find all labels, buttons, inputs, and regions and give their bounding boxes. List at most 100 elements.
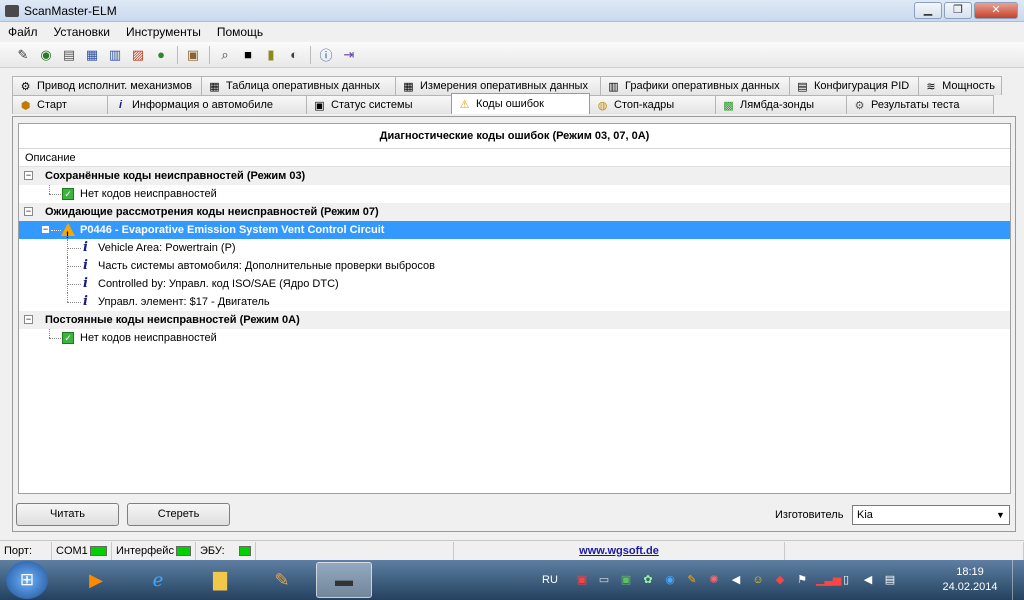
- collapse-icon[interactable]: −: [24, 171, 33, 180]
- paint-icon[interactable]: ✎: [254, 562, 310, 598]
- chart-icon: ▥: [608, 80, 619, 93]
- collapse-icon[interactable]: −: [24, 315, 33, 324]
- tab-actuators[interactable]: ⚙ Привод исполнит. механизмов: [12, 76, 202, 95]
- interface-status: Интерфейс: [112, 541, 196, 560]
- close-button[interactable]: ✕: [974, 2, 1018, 19]
- group-stored-dtc[interactable]: − Сохранённые коды неисправностей (Режим…: [19, 167, 1010, 185]
- dtc-detail-row[interactable]: i Vehicle Area: Powertrain (P): [19, 239, 1010, 257]
- list-item[interactable]: ✓ Нет кодов неисправностей: [19, 329, 1010, 347]
- tray-app-icon[interactable]: ▣: [574, 572, 590, 588]
- dtc-detail-row[interactable]: i Управл. элемент: $17 - Двигатель: [19, 293, 1010, 311]
- tab-test-results[interactable]: ⚙ Результаты теста: [846, 95, 994, 114]
- clipboard-icon[interactable]: ▣: [184, 46, 202, 64]
- start-icon: ⬢: [20, 99, 31, 112]
- signal-icon[interactable]: ▁▃▅: [816, 572, 841, 588]
- connect-icon[interactable]: ✎: [14, 46, 32, 64]
- tab-freeze-frames[interactable]: ◍ Стоп-кадры: [589, 95, 716, 114]
- tab-live-table[interactable]: ▦ Таблица оперативных данных: [201, 76, 396, 95]
- minimize-button[interactable]: ▁: [914, 2, 942, 19]
- group-permanent-dtc[interactable]: − Постоянные коды неисправностей (Режим …: [19, 311, 1010, 329]
- terminal-icon[interactable]: ■: [239, 46, 257, 64]
- actuator-icon: ⚙: [20, 80, 31, 93]
- maximize-button[interactable]: ❐: [944, 2, 972, 19]
- info-icon: i: [83, 276, 88, 291]
- flag-icon[interactable]: ⚑: [794, 572, 810, 588]
- language-indicator[interactable]: RU: [540, 572, 560, 588]
- start-button[interactable]: ⊞: [6, 561, 48, 599]
- port-label: Порт:: [0, 541, 52, 560]
- group-pending-dtc[interactable]: − Ожидающие рассмотрения коды неисправно…: [19, 203, 1010, 221]
- network-icon[interactable]: ▭: [596, 572, 612, 588]
- internet-explorer-icon[interactable]: ℯ: [130, 562, 186, 598]
- info-icon: i: [83, 240, 88, 255]
- volume-icon[interactable]: ◀: [860, 572, 876, 588]
- manufacturer-label: Изготовитель: [775, 509, 844, 521]
- taskbar: ⊞ ▶ ℯ ▇ ✎ ▬ RU ▣ ▭ ▣ ✿ ◉ ✎ ✺ ◀ ☺ ◆ ⚑ ▁▃▅…: [0, 560, 1024, 600]
- tray-app-icon[interactable]: ✺: [706, 572, 722, 588]
- user-icon[interactable]: ●: [152, 46, 170, 64]
- network-icon[interactable]: ▤: [882, 572, 898, 588]
- table-icon: ▦: [209, 80, 220, 93]
- dtc-row-p0446[interactable]: − ! P0446 - Evaporative Emission System …: [19, 221, 1010, 240]
- battery-icon[interactable]: ▮: [262, 46, 280, 64]
- read-button[interactable]: Читать: [16, 503, 119, 526]
- chevron-down-icon[interactable]: ▼: [992, 506, 1009, 524]
- search-icon[interactable]: ⌕: [216, 46, 234, 64]
- chart-icon[interactable]: ▥: [106, 46, 124, 64]
- tray-app-icon[interactable]: ▣: [618, 572, 634, 588]
- tray-app-icon[interactable]: ✎: [684, 572, 700, 588]
- dtc-detail-row[interactable]: i Часть системы автомобиля: Дополнительн…: [19, 257, 1010, 275]
- ecu-status: ЭБУ:: [196, 541, 256, 560]
- ok-icon: ✓: [62, 188, 74, 200]
- clock[interactable]: 18:19 24.02.2014: [935, 565, 1005, 595]
- gauge-icon[interactable]: ◐: [285, 46, 303, 64]
- ecu-led: [238, 545, 251, 556]
- list-item[interactable]: ✓ Нет кодов неисправностей: [19, 185, 1010, 203]
- info-icon[interactable]: ⓘ: [317, 46, 335, 64]
- tab-power[interactable]: ≋ Мощность: [918, 76, 1002, 95]
- menu-help[interactable]: Помощь: [209, 25, 271, 39]
- menu-bar: Файл Установки Инструменты Помощь: [0, 22, 1024, 42]
- tray-app-icon[interactable]: ◉: [662, 572, 678, 588]
- ok-icon: ✓: [62, 332, 74, 344]
- website-link[interactable]: www.wgsoft.de: [454, 545, 784, 557]
- tab-live-graphs[interactable]: ▥ Графики оперативных данных: [600, 76, 790, 95]
- toolbar: ✎ ◉ ▤ ▦ ▥ ▨ ● ▣ ⌕ ■ ▮ ◐ ⓘ ⇥: [0, 42, 1024, 68]
- grid-title: Диагностические коды ошибок (Режим 03, 0…: [19, 124, 1010, 149]
- menu-tools[interactable]: Инструменты: [118, 25, 209, 39]
- tray-app-icon[interactable]: ◆: [772, 572, 788, 588]
- clear-button[interactable]: Стереть: [127, 503, 230, 526]
- dtc-detail-row[interactable]: i Controlled by: Управл. код ISO/SAE (Яд…: [19, 275, 1010, 293]
- tab-pid-config[interactable]: ▤ Конфигурация PID: [789, 76, 919, 95]
- globe-icon[interactable]: ◉: [37, 46, 55, 64]
- tabs-row-2: ⬢ Старт i Информация о автомобиле ▣ Статус …: [12, 93, 994, 114]
- tab-system-status[interactable]: ▣ Статус системы: [306, 95, 452, 114]
- battery-icon[interactable]: ▯: [838, 572, 854, 588]
- status-bar: Порт: COM1 Интерфейс ЭБУ: www.wgsoft.de: [0, 540, 1024, 560]
- menu-settings[interactable]: Установки: [46, 25, 118, 39]
- tab-start[interactable]: ⬢ Старт: [12, 95, 108, 114]
- volume-icon[interactable]: ◀: [728, 572, 744, 588]
- exit-icon[interactable]: ⇥: [340, 46, 358, 64]
- media-player-icon[interactable]: ▶: [68, 562, 124, 598]
- manufacturer-select[interactable]: Kia ▼: [852, 505, 1010, 525]
- collapse-icon[interactable]: −: [24, 207, 33, 216]
- tray-app-icon[interactable]: ☺: [750, 572, 766, 588]
- clock-date: 24.02.2014: [942, 581, 998, 593]
- collapse-icon[interactable]: −: [41, 225, 50, 234]
- tab-error-codes[interactable]: ⚠ Коды ошибок: [451, 93, 590, 114]
- explorer-folder-icon[interactable]: ▇: [192, 562, 248, 598]
- palette-icon[interactable]: ▨: [129, 46, 147, 64]
- show-desktop-button[interactable]: [1012, 560, 1024, 600]
- tray-app-icon[interactable]: ✿: [640, 572, 656, 588]
- column-header-description[interactable]: Описание: [19, 149, 1010, 167]
- document-icon[interactable]: ▤: [60, 46, 78, 64]
- menu-file[interactable]: Файл: [0, 25, 46, 39]
- warning-icon: ⚠: [459, 98, 470, 111]
- table-icon[interactable]: ▦: [83, 46, 101, 64]
- tab-vehicle-info[interactable]: i Информация о автомобиле: [107, 95, 307, 114]
- tab-o2-sensors[interactable]: ▩ Лямбда-зонды: [715, 95, 847, 114]
- gear-icon: ⚙: [854, 99, 865, 112]
- scanmaster-task-icon[interactable]: ▬: [316, 562, 372, 598]
- dtc-tree-grid[interactable]: Диагностические коды ошибок (Режим 03, 0…: [18, 123, 1011, 494]
